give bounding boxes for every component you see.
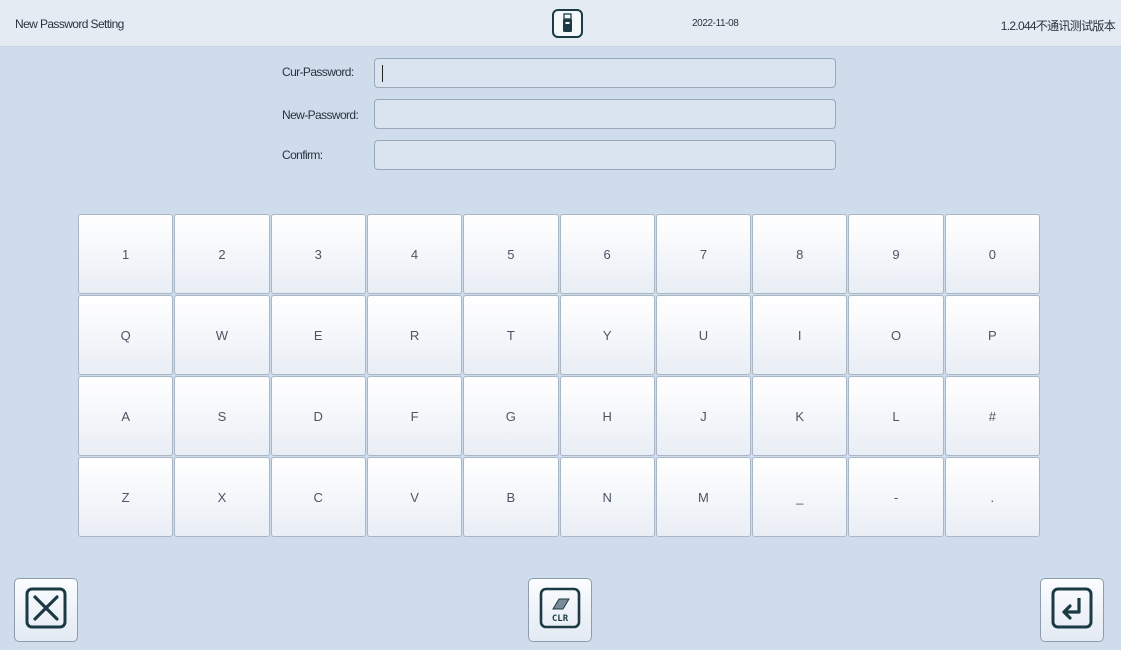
key-L[interactable]: L	[848, 376, 944, 456]
text-cursor	[382, 65, 383, 82]
key-0[interactable]: 0	[944, 214, 1040, 294]
version-text: 1.2.044不通讯测试版本	[1000, 19, 1116, 33]
key-B[interactable]: B	[463, 457, 559, 537]
key--[interactable]: -	[848, 457, 944, 537]
key-5[interactable]: 5	[463, 214, 559, 294]
key-.[interactable]: .	[944, 457, 1040, 537]
cur-password-label: Cur-Password:	[282, 65, 354, 79]
key-1[interactable]: 1	[78, 214, 174, 294]
key-9[interactable]: 9	[848, 214, 944, 294]
key-Y[interactable]: Y	[559, 295, 655, 375]
close-icon	[24, 586, 68, 635]
key-S[interactable]: S	[174, 376, 270, 456]
key-J[interactable]: J	[655, 376, 752, 456]
confirm-label: Confirm:	[282, 148, 323, 162]
page-title: New Password Setting	[15, 17, 124, 31]
key-W[interactable]: W	[174, 295, 270, 375]
key-H[interactable]: H	[559, 376, 655, 456]
key-U[interactable]: U	[655, 295, 752, 375]
key-2[interactable]: 2	[174, 214, 270, 294]
key-V[interactable]: V	[366, 457, 463, 537]
key-#[interactable]: #	[944, 376, 1040, 456]
key-I[interactable]: I	[752, 295, 848, 375]
key-A[interactable]: A	[78, 376, 174, 456]
key-E[interactable]: E	[270, 295, 366, 375]
key-P[interactable]: P	[944, 295, 1040, 375]
key-N[interactable]: N	[559, 457, 655, 537]
new-password-label: New-Password:	[282, 108, 359, 122]
key-_[interactable]: _	[752, 457, 848, 537]
key-X[interactable]: X	[174, 457, 270, 537]
top-bar: New Password Setting 2022-11-08 1.2.044不…	[0, 0, 1121, 47]
key-T[interactable]: T	[463, 295, 559, 375]
on-screen-keyboard: 1 2 3 4 5 6 7 8 9 0 Q W E R T Y U I O P A S D F G H J K L # Z X C V B N M _ -.	[78, 214, 1041, 538]
key-R[interactable]: R	[366, 295, 463, 375]
usb-drive-icon[interactable]	[552, 9, 583, 38]
key-Z[interactable]: Z	[78, 457, 174, 537]
key-G[interactable]: G	[463, 376, 559, 456]
new-password-input[interactable]	[374, 99, 836, 129]
key-M[interactable]: M	[655, 457, 752, 537]
date-text: 2022-11-08	[692, 18, 739, 29]
enter-button[interactable]	[1040, 578, 1104, 642]
key-8[interactable]: 8	[752, 214, 848, 294]
eraser-icon: CLR	[538, 586, 582, 635]
key-C[interactable]: C	[270, 457, 366, 537]
key-6[interactable]: 6	[559, 214, 655, 294]
key-F[interactable]: F	[366, 376, 463, 456]
clear-button[interactable]: CLR	[528, 578, 592, 642]
confirm-input[interactable]	[374, 140, 836, 170]
key-4[interactable]: 4	[366, 214, 463, 294]
clear-label: CLR	[552, 614, 569, 624]
key-O[interactable]: O	[848, 295, 944, 375]
key-7[interactable]: 7	[655, 214, 752, 294]
key-K[interactable]: K	[752, 376, 848, 456]
cancel-button[interactable]	[14, 578, 78, 642]
key-Q[interactable]: Q	[78, 295, 174, 375]
cur-password-input[interactable]	[374, 58, 836, 88]
enter-icon	[1050, 586, 1094, 635]
key-3[interactable]: 3	[270, 214, 366, 294]
key-D[interactable]: D	[270, 376, 366, 456]
